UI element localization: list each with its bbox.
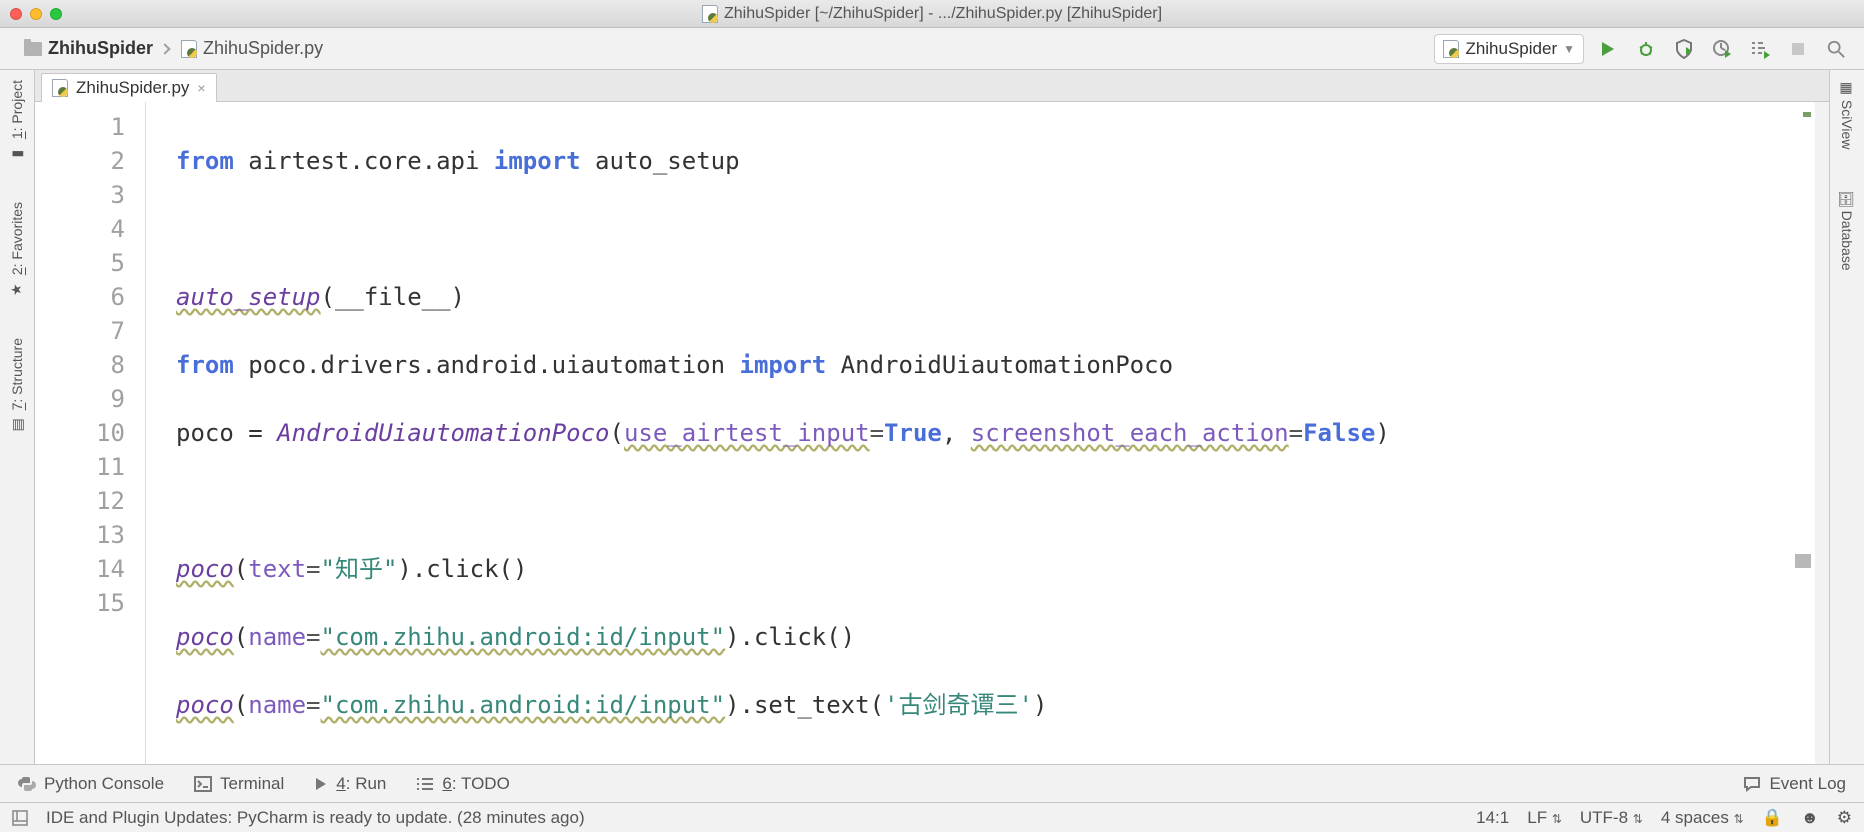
run-tool-button[interactable]: 4: Run [314,774,386,794]
window-title-text: ZhihuSpider [~/ZhihuSpider] - .../ZhihuS… [724,5,1162,23]
code-editor[interactable]: 123456789101112131415 from airtest.core.… [35,102,1829,764]
project-tool-window-button[interactable]: ▮ 1: Project [9,80,25,162]
status-bar: IDE and Plugin Updates: PyCharm is ready… [0,802,1864,832]
grid-icon: ▦ [1839,80,1855,96]
rail-label: Database [1839,211,1855,271]
tab-label: ZhihuSpider.py [76,78,189,98]
structure-icon: ▤ [8,419,25,432]
python-icon [18,775,36,793]
editor-tab[interactable]: ZhihuSpider.py × [41,73,217,102]
database-tool-window-button[interactable]: 🗄 Database [1839,189,1855,271]
event-log-button[interactable]: Event Log [1743,774,1846,794]
editor-tab-bar: ZhihuSpider.py × [35,70,1829,102]
code-area[interactable]: from airtest.core.api import auto_setup … [146,102,1815,764]
python-file-icon [52,79,68,97]
sciview-tool-window-button[interactable]: ▦ SciView [1839,80,1855,149]
folder-icon: ▮ [9,150,26,158]
breadcrumb-project[interactable]: ZhihuSpider [20,36,157,61]
bubble-icon [1743,775,1761,793]
profile-icon[interactable] [1712,39,1732,59]
breadcrumb-label: ZhihuSpider [48,38,153,59]
lock-icon[interactable]: 🔒 [1762,808,1783,828]
terminal-button[interactable]: Terminal [194,774,284,794]
coverage-icon[interactable] [1674,39,1694,59]
play-icon [314,777,328,791]
bottom-tool-bar: Python Console Terminal 4: Run 6: TODO E… [0,764,1864,802]
folder-icon [24,42,42,56]
minimize-window-icon[interactable] [30,8,42,20]
todo-tool-button[interactable]: 6: TODO [416,774,509,794]
debug-icon[interactable] [1636,39,1656,59]
rail-label: 1: Project [9,80,25,139]
list-icon [416,777,434,791]
indent-settings[interactable]: 4 spaces ⇅ [1661,808,1744,828]
chevron-down-icon: ▼ [1563,42,1575,56]
close-window-icon[interactable] [10,8,22,20]
marker[interactable] [1803,112,1811,117]
status-message: IDE and Plugin Updates: PyCharm is ready… [46,808,585,828]
label: Python Console [44,774,164,794]
label: 4: Run [336,774,386,794]
file-encoding[interactable]: UTF-8 ⇅ [1580,808,1643,828]
line-separator[interactable]: LF ⇅ [1527,808,1562,828]
python-file-icon [181,40,197,58]
terminal-icon [194,776,212,792]
concurrency-icon[interactable] [1750,39,1770,59]
line-number-gutter: 123456789101112131415 [35,102,145,764]
cursor-position[interactable]: 14:1 [1476,808,1509,828]
search-icon[interactable] [1826,39,1846,59]
favorites-tool-window-button[interactable]: ★ 2: Favorites [9,202,25,298]
run-icon[interactable] [1598,39,1618,59]
rail-label: 7: Structure [9,338,25,410]
run-config-label: ZhihuSpider [1465,39,1557,59]
tool-windows-icon[interactable] [12,810,28,826]
scrollbar-lane[interactable] [1815,102,1829,764]
breadcrumb-file[interactable]: ZhihuSpider.py [177,36,327,61]
toolbar-actions [1598,39,1854,59]
inspector-icon[interactable]: ☻ [1801,808,1819,828]
rail-label: SciView [1839,100,1855,150]
stop-icon[interactable] [1788,39,1808,59]
label: Terminal [220,774,284,794]
close-tab-icon[interactable]: × [197,80,205,96]
python-file-icon [1443,40,1459,58]
run-configuration-selector[interactable]: ZhihuSpider ▼ [1434,34,1584,64]
hector-icon[interactable]: ⚙ [1837,808,1852,828]
breadcrumbs: ZhihuSpider ZhihuSpider.py [20,36,1434,61]
marker-stripe[interactable] [1801,102,1815,764]
chevron-right-icon [161,39,173,59]
title-bar: ZhihuSpider [~/ZhihuSpider] - .../ZhihuS… [0,0,1864,28]
breadcrumb-label: ZhihuSpider.py [203,38,323,59]
star-icon: ★ [9,284,26,297]
file-icon [702,5,718,23]
right-tool-rail: ▦ SciView 🗄 Database [1829,70,1864,764]
label: 6: TODO [442,774,509,794]
window-title: ZhihuSpider [~/ZhihuSpider] - .../ZhihuS… [702,5,1162,23]
structure-tool-window-button[interactable]: ▤ 7: Structure [9,338,25,433]
label: Event Log [1769,774,1846,794]
toolbar: ZhihuSpider ZhihuSpider.py ZhihuSpider ▼ [0,28,1864,70]
marker[interactable] [1795,554,1811,568]
window-controls [0,8,62,20]
rail-label: 2: Favorites [9,202,25,275]
maximize-window-icon[interactable] [50,8,62,20]
database-icon: 🗄 [1839,189,1855,207]
python-console-button[interactable]: Python Console [18,774,164,794]
left-tool-rail: ▮ 1: Project ★ 2: Favorites ▤ 7: Structu… [0,70,35,764]
